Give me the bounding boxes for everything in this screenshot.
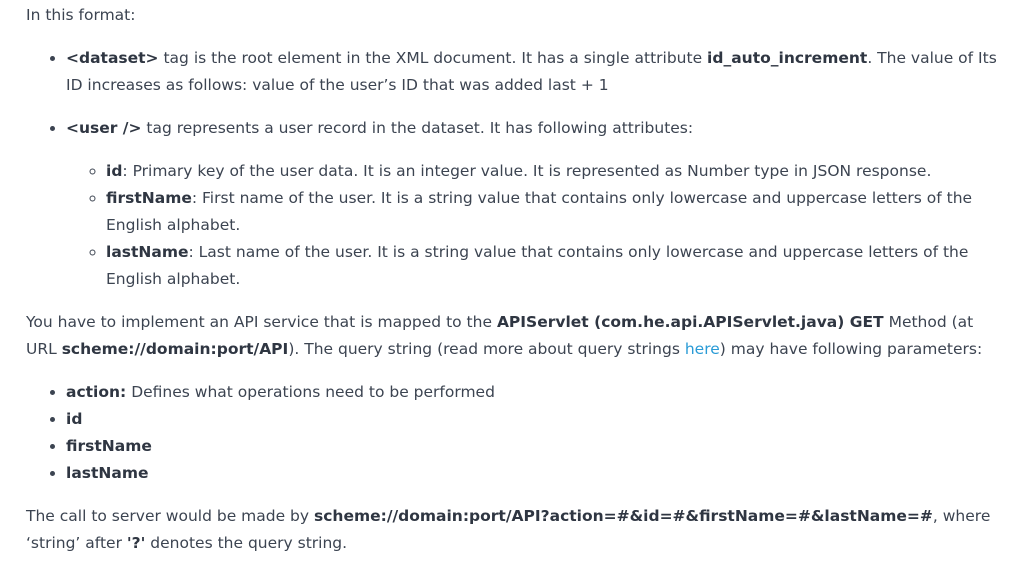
param-name: id <box>66 410 83 428</box>
user-attributes-list: id: Primary key of the user data. It is … <box>66 158 1001 293</box>
call-text-1: The call to server would be made by <box>26 507 314 525</box>
list-item-param-lastname: lastName <box>66 460 1001 487</box>
list-item-param-id: id <box>66 406 1001 433</box>
param-name: action: <box>66 383 127 401</box>
api-url: scheme://domain:port/API <box>61 340 289 358</box>
attr-desc: : Primary key of the user data. It is an… <box>122 162 932 180</box>
call-text-3: denotes the query string. <box>145 534 348 552</box>
attr-desc: : First name of the user. It is a string… <box>106 189 973 234</box>
list-item-param-action: action: Defines what operations need to … <box>66 379 1001 406</box>
parameters-list: action: Defines what operations need to … <box>26 379 1001 487</box>
servlet-name: APIServlet (com.he.api.APIServlet.java) … <box>496 313 884 331</box>
api-text-1: You have to implement an API service tha… <box>26 313 497 331</box>
api-text-4: ) may have following parameters: <box>719 340 983 358</box>
param-name: firstName <box>66 437 152 455</box>
format-list: <dataset> tag is the root element in the… <box>26 45 1001 293</box>
dataset-tag: <dataset> <box>66 49 159 67</box>
param-name: lastName <box>66 464 149 482</box>
list-item-attr-lastname: lastName: Last name of the user. It is a… <box>106 239 1001 293</box>
dataset-text-1: tag is the root element in the XML docum… <box>158 49 708 67</box>
user-tag: <user /> <box>66 119 142 137</box>
attr-name: firstName <box>106 189 192 207</box>
question-mark: '?' <box>126 534 146 552</box>
list-item-dataset: <dataset> tag is the root element in the… <box>66 45 1001 99</box>
param-desc: Defines what operations need to be perfo… <box>126 383 495 401</box>
query-strings-link[interactable]: here <box>685 340 720 358</box>
attr-desc: : Last name of the user. It is a string … <box>106 243 969 288</box>
list-item-param-firstname: firstName <box>66 433 1001 460</box>
call-paragraph: The call to server would be made by sche… <box>26 503 1001 557</box>
attr-name: lastName <box>106 243 189 261</box>
api-text-3: ). The query string (read more about que… <box>288 340 685 358</box>
intro-text: In this format: <box>26 6 136 24</box>
list-item-attr-firstname: firstName: First name of the user. It is… <box>106 185 1001 239</box>
user-text: tag represents a user record in the data… <box>141 119 694 137</box>
call-url: scheme://domain:port/API?action=#&id=#&f… <box>314 507 933 525</box>
list-item-attr-id: id: Primary key of the user data. It is … <box>106 158 1001 185</box>
document-content: In this format: <dataset> tag is the roo… <box>0 0 1027 557</box>
attr-name: id <box>106 162 123 180</box>
list-item-user: <user /> tag represents a user record in… <box>66 115 1001 293</box>
id-auto-increment-attr: id_auto_increment <box>707 49 868 67</box>
api-paragraph: You have to implement an API service tha… <box>26 309 1001 363</box>
